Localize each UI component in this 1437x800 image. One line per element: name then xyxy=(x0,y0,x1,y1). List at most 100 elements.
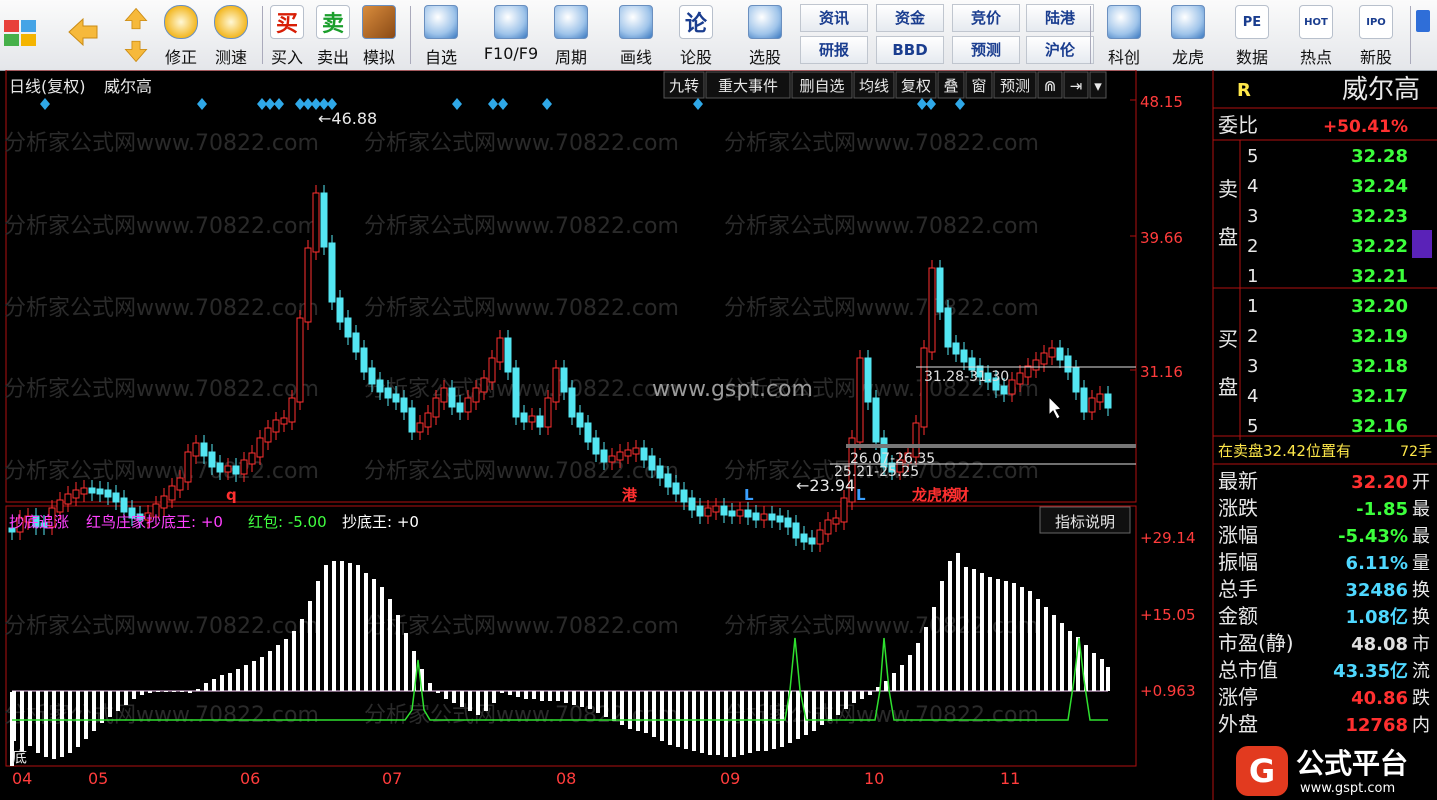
candle-body[interactable] xyxy=(584,422,592,443)
candle-body[interactable] xyxy=(72,489,80,499)
event-marker[interactable]: q xyxy=(226,486,237,504)
candle-body[interactable] xyxy=(488,357,496,383)
ask-price[interactable]: 32.23 xyxy=(1351,206,1408,227)
candle-body[interactable] xyxy=(360,347,368,373)
candle-body[interactable] xyxy=(272,419,280,433)
candle-body[interactable] xyxy=(1048,347,1056,358)
candle-body[interactable] xyxy=(728,510,736,517)
candle-body[interactable] xyxy=(64,493,72,505)
candle-body[interactable] xyxy=(264,427,272,443)
event-marker[interactable]: L xyxy=(744,486,754,504)
candle-body[interactable] xyxy=(96,488,104,495)
candle-body[interactable] xyxy=(688,497,696,511)
candle-body[interactable] xyxy=(824,519,832,535)
candle-body[interactable] xyxy=(384,387,392,399)
candle-body[interactable] xyxy=(736,509,744,517)
candle-body[interactable] xyxy=(760,513,768,521)
candle-body[interactable] xyxy=(512,367,520,418)
candle-body[interactable] xyxy=(664,473,672,488)
bid-price[interactable]: 32.19 xyxy=(1351,326,1408,347)
candle-body[interactable] xyxy=(1088,397,1096,413)
small-button-7[interactable]: 沪伦 xyxy=(1026,36,1094,64)
candle-body[interactable] xyxy=(832,517,840,525)
sim-button[interactable]: 模拟 xyxy=(358,2,400,68)
candle-body[interactable] xyxy=(336,297,344,323)
f10-button[interactable]: F10/F9 xyxy=(478,2,544,68)
event-marker[interactable]: 港 xyxy=(622,486,638,504)
candle-body[interactable] xyxy=(200,442,208,457)
candle-body[interactable] xyxy=(872,397,880,443)
candle-body[interactable] xyxy=(672,482,680,495)
candle-body[interactable] xyxy=(56,499,64,513)
bid-price[interactable]: 32.16 xyxy=(1351,416,1408,437)
candle-body[interactable] xyxy=(528,415,536,423)
candle-body[interactable] xyxy=(800,533,808,543)
candle-body[interactable] xyxy=(768,513,776,521)
candle-body[interactable] xyxy=(928,267,936,353)
candle-body[interactable] xyxy=(1016,372,1024,385)
candle-body[interactable] xyxy=(616,451,624,461)
ask-price[interactable]: 32.21 xyxy=(1351,266,1408,287)
candle-body[interactable] xyxy=(408,407,416,433)
candle-body[interactable] xyxy=(400,397,408,413)
candle-body[interactable] xyxy=(248,452,256,465)
ask-price[interactable]: 32.22 xyxy=(1351,236,1408,257)
candle-body[interactable] xyxy=(296,317,304,403)
candle-body[interactable] xyxy=(600,449,608,463)
event-marker[interactable]: 财 xyxy=(954,486,969,504)
candle-body[interactable] xyxy=(448,387,456,408)
candle-body[interactable] xyxy=(784,517,792,528)
candle-body[interactable] xyxy=(920,347,928,428)
candle-body[interactable] xyxy=(1000,385,1008,395)
candle-body[interactable] xyxy=(1104,393,1112,409)
lg-button[interactable]: 论论股 xyxy=(672,2,720,68)
candle-body[interactable] xyxy=(328,242,336,303)
small-button-0[interactable]: 资讯 xyxy=(800,4,868,32)
candle-body[interactable] xyxy=(496,337,504,363)
event-marker[interactable]: L xyxy=(856,486,866,504)
sj-button[interactable]: PE 数据 xyxy=(1226,2,1278,68)
candle-body[interactable] xyxy=(1096,393,1104,403)
candle-body[interactable] xyxy=(520,412,528,423)
candle-body[interactable] xyxy=(568,387,576,418)
zq-button[interactable]: 周期 xyxy=(548,2,594,68)
candle-body[interactable] xyxy=(312,192,320,253)
hx-button[interactable]: 画线 xyxy=(610,2,662,68)
candle-body[interactable] xyxy=(88,487,96,494)
candle-body[interactable] xyxy=(416,422,424,433)
candle-body[interactable] xyxy=(1064,355,1072,373)
candle-body[interactable] xyxy=(504,337,512,373)
candle-body[interactable] xyxy=(184,451,192,483)
candle-body[interactable] xyxy=(288,397,296,423)
candle-body[interactable] xyxy=(648,455,656,471)
candle-body[interactable] xyxy=(696,505,704,517)
stock-chart[interactable]: 分析家公式网www.70822.com 分析家公式网www.70822.com 分析… xyxy=(0,70,1437,800)
candle-body[interactable] xyxy=(216,462,224,473)
candle-body[interactable] xyxy=(1032,359,1040,371)
page-up-down-button[interactable] xyxy=(120,2,154,68)
candle-body[interactable] xyxy=(776,515,784,523)
xgu-button[interactable]: IPO 新股 xyxy=(1350,2,1402,68)
candle-body[interactable] xyxy=(320,192,328,248)
candle-body[interactable] xyxy=(1072,367,1080,393)
candle-body[interactable] xyxy=(864,357,872,403)
candle-body[interactable] xyxy=(680,489,688,503)
ask-price[interactable]: 32.28 xyxy=(1351,146,1408,167)
candle-body[interactable] xyxy=(640,447,648,461)
small-button-6[interactable]: 预测 xyxy=(952,36,1020,64)
candle-body[interactable] xyxy=(552,367,560,403)
candle-body[interactable] xyxy=(432,397,440,418)
candle-body[interactable] xyxy=(576,412,584,428)
candle-body[interactable] xyxy=(232,465,240,475)
lh-button[interactable]: 龙虎 xyxy=(1162,2,1214,68)
candle-body[interactable] xyxy=(456,402,464,413)
candle-body[interactable] xyxy=(424,412,432,428)
candle-body[interactable] xyxy=(944,307,952,348)
candle-body[interactable] xyxy=(192,442,200,457)
candle-body[interactable] xyxy=(632,447,640,455)
candle-body[interactable] xyxy=(536,415,544,428)
candle-body[interactable] xyxy=(256,437,264,458)
candle-body[interactable] xyxy=(1024,365,1032,378)
candle-body[interactable] xyxy=(304,247,312,323)
rd-button[interactable]: HOT 热点 xyxy=(1290,2,1342,68)
